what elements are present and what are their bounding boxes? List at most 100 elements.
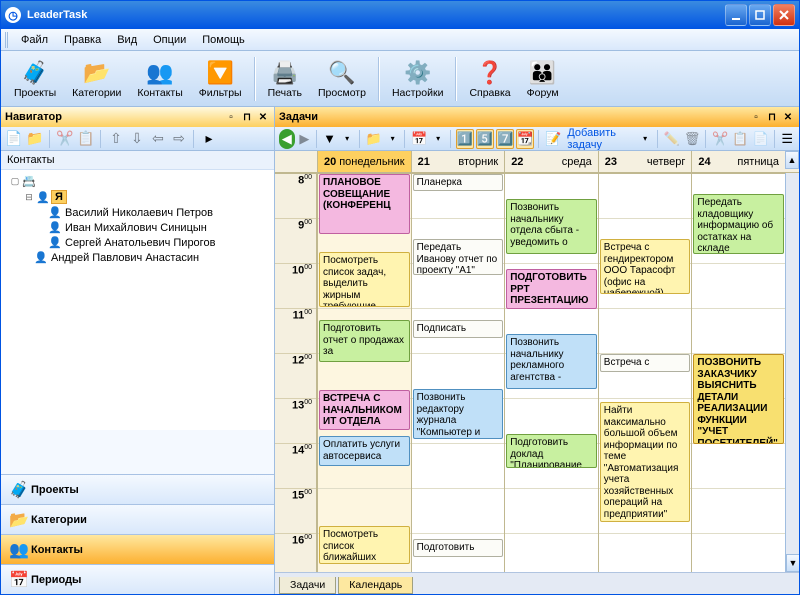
toolbar-Настройки[interactable]: ⚙️Настройки [385, 56, 451, 102]
folder-icon[interactable]: 📁 [26, 130, 44, 148]
tree-root[interactable]: ▢📇 [9, 174, 270, 189]
contact-item[interactable]: 👤Иван Михайлович Синицын [9, 220, 270, 235]
nav-Периоды[interactable]: 📅Периоды [1, 564, 274, 594]
tab-Задачи[interactable]: Задачи [279, 577, 336, 594]
down-icon[interactable]: ⇩ [128, 130, 146, 148]
dropdown-icon[interactable]: ▾ [339, 129, 355, 149]
folder-icon[interactable]: 📁 [365, 129, 383, 149]
new-icon[interactable]: 📄 [5, 130, 23, 148]
contact-item[interactable]: 👤Сергей Анатольевич Пирогов [9, 235, 270, 250]
view-7day-button[interactable]: 7️⃣ [496, 129, 514, 149]
toolbar-Контакты[interactable]: 👥Контакты [130, 56, 189, 102]
day-header-21[interactable]: 21вторник [411, 151, 505, 172]
calendar-event[interactable]: Встреча с гендиректором ООО Тарасофт (оф… [600, 239, 691, 294]
calendar-event[interactable]: Посмотреть список ближайших значимых [319, 526, 410, 564]
close-button[interactable] [773, 4, 795, 26]
menu-Правка[interactable]: Правка [56, 32, 109, 48]
calendar-event[interactable]: ПОДГОТОВИТЬ PPT ПРЕЗЕНТАЦИЮ К [506, 269, 597, 309]
contact-item[interactable]: 👤Василий Николаевич Петров [9, 205, 270, 220]
paste-icon[interactable]: 📄 [751, 129, 769, 149]
cut-icon[interactable]: ✂️ [56, 130, 74, 148]
calendar-event[interactable]: Оплатить услуги автосервиса [319, 436, 410, 466]
calendar-event[interactable]: Передать Иванову отчет по проекту "A1" [413, 239, 504, 275]
toolbar-Фильтры[interactable]: 🔽Фильтры [192, 56, 249, 102]
dropdown-icon[interactable]: ▾ [385, 129, 401, 149]
menu-Файл[interactable]: Файл [13, 32, 56, 48]
copy-icon[interactable]: 📋 [77, 130, 95, 148]
minimize-button[interactable] [725, 4, 747, 26]
day-column-23[interactable]: Встреча с гендиректором ООО Тарасофт (оф… [598, 173, 692, 572]
calendar-event[interactable]: ВСТРЕЧА С НАЧАЛЬНИКОМ ИТ ОТДЕЛА [319, 390, 410, 430]
nav-Контакты[interactable]: 👥Контакты [1, 534, 274, 564]
day-column-21[interactable]: Планерка Передать Иванову отчет по проект… [411, 173, 505, 572]
tab-Календарь[interactable]: Календарь [338, 577, 413, 594]
Проекты-icon: 🧳 [9, 480, 31, 500]
tree-item-me[interactable]: ⊟👤 Я [9, 189, 270, 205]
calendar-event[interactable]: Подписать [413, 320, 504, 338]
toolbar-Форум[interactable]: 👪Форум [520, 56, 566, 102]
add-task-icon[interactable]: 📝 [544, 129, 562, 149]
calendar-event[interactable]: Подготовить отчет о продажах за [319, 320, 410, 362]
pane-dock-button[interactable]: ▫ [224, 110, 238, 124]
menu-Вид[interactable]: Вид [109, 32, 145, 48]
day-column-24[interactable]: Передать кладовщику информацию об остатк… [691, 173, 785, 572]
toolbar-Печать[interactable]: 🖨️Печать [261, 56, 309, 102]
day-column-20[interactable]: ПЛАНОВОЕ СОВЕЩАНИЕ (КОНФЕРЕНЦ Посмотреть … [317, 173, 411, 572]
filter-icon[interactable]: ▼ [322, 129, 338, 149]
right-icon[interactable]: ⇨ [170, 130, 188, 148]
cut-icon[interactable]: ✂️ [711, 129, 729, 149]
day-column-22[interactable]: Позвонить начальнику отдела сбыта - увед… [504, 173, 598, 572]
calendar-event[interactable]: Посмотреть список задач, выделить жирным… [319, 252, 410, 307]
delete-icon[interactable]: 🗑 [683, 129, 702, 149]
calendar-event[interactable]: Подготовить [413, 539, 504, 557]
calendar-event[interactable]: Позвонить начальнику отдела сбыта - увед… [506, 199, 597, 254]
nav-Проекты[interactable]: 🧳Проекты [1, 474, 274, 504]
pane-close-button[interactable]: ✕ [256, 110, 270, 124]
day-header-24[interactable]: 24пятница [691, 151, 785, 172]
day-header-22[interactable]: 22среда [504, 151, 598, 172]
toolbar-Справка[interactable]: ❓Справка [462, 56, 517, 102]
contact-item[interactable]: 👤Андрей Павлович Анастасин [9, 250, 270, 265]
day-header-23[interactable]: 23четверг [598, 151, 692, 172]
Просмотр-icon: 🔍 [328, 59, 356, 87]
view-month-button[interactable]: 📆 [516, 129, 534, 149]
props-icon[interactable]: ☰ [779, 129, 795, 149]
Контакты-icon: 👥 [9, 540, 31, 560]
copy-icon[interactable]: 📋 [731, 129, 749, 149]
up-icon[interactable]: ⇧ [107, 130, 125, 148]
view-day-button[interactable]: 1️⃣ [456, 129, 474, 149]
pane-dock-button[interactable]: ▫ [749, 110, 763, 124]
add-task-link[interactable]: Добавить задачу [564, 127, 635, 151]
pane-close-button[interactable]: ✕ [781, 110, 795, 124]
calendar-event[interactable]: Позвонить начальнику рекламного агентств… [506, 334, 597, 389]
calendar-event[interactable]: Подготовить доклад "Планирование [506, 434, 597, 468]
toolbar-Категории[interactable]: 📂Категории [65, 56, 128, 102]
scroll-down-button[interactable]: ▼ [786, 554, 799, 572]
nav-Категории[interactable]: 📂Категории [1, 504, 274, 534]
expand-icon[interactable]: ▸ [200, 130, 218, 148]
dropdown-icon[interactable]: ▾ [430, 129, 446, 149]
calendar-event[interactable]: Планерка [413, 174, 504, 191]
calendar-event[interactable]: ПЛАНОВОЕ СОВЕЩАНИЕ (КОНФЕРЕНЦ [319, 174, 410, 234]
toolbar-Просмотр[interactable]: 🔍Просмотр [311, 56, 373, 102]
calendar-1-icon[interactable]: 📅 [410, 129, 428, 149]
calendar-event[interactable]: ПОЗВОНИТЬ ЗАКАЗЧИКУ ВЫЯСНИТЬ ДЕТАЛИ РЕАЛ… [693, 354, 784, 444]
day-header-20[interactable]: 20понедельник [317, 151, 411, 172]
forward-icon[interactable]: ▶ [297, 129, 313, 149]
menu-Опции[interactable]: Опции [145, 32, 194, 48]
menu-Помощь[interactable]: Помощь [194, 32, 253, 48]
calendar-event[interactable]: Позвонить редактору журнала "Компьютер и [413, 389, 504, 439]
scroll-up-button[interactable]: ▲ [785, 151, 799, 169]
back-icon[interactable]: ◀ [279, 129, 295, 149]
toolbar-Проекты[interactable]: 🧳Проекты [7, 56, 63, 102]
view-week-button[interactable]: 5️⃣ [476, 129, 494, 149]
pane-pin-button[interactable]: ⊓ [240, 110, 254, 124]
pane-pin-button[interactable]: ⊓ [765, 110, 779, 124]
calendar-event[interactable]: Найти максимально большой объем информац… [600, 402, 691, 522]
left-icon[interactable]: ⇦ [149, 130, 167, 148]
calendar-event[interactable]: Встреча с клиентом [600, 354, 691, 372]
dropdown-icon[interactable]: ▾ [637, 129, 653, 149]
edit-icon[interactable]: ✏️ [663, 129, 681, 149]
calendar-event[interactable]: Передать кладовщику информацию об остатк… [693, 194, 784, 254]
maximize-button[interactable] [749, 4, 771, 26]
